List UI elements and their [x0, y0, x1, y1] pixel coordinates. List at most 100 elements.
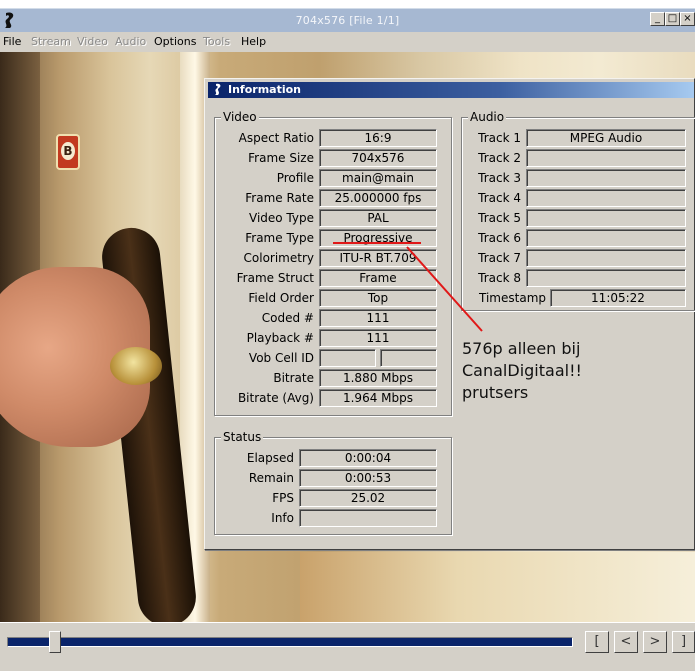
menu-help[interactable]: Help [241, 35, 266, 48]
mark-out-button[interactable]: ] [672, 631, 695, 653]
audio-row-track-8: Track 8 [205, 269, 686, 287]
audio-group-label: Audio [468, 110, 507, 124]
menu-options[interactable]: Options [154, 35, 196, 48]
video-value-profile: main@main [319, 169, 437, 187]
window-title-bar[interactable]: 704x576 [File 1/1] _ □ × [0, 0, 695, 32]
audio-value-track-5 [526, 209, 686, 227]
audio-label-track-1: Track 1 [478, 131, 521, 145]
status-value-fps: 25.02 [299, 489, 437, 507]
video-label-field-order: Field Order [248, 291, 314, 305]
status-label-info: Info [271, 511, 294, 525]
annotation-line: 576p alleen bij [462, 339, 581, 358]
audio-row-track-1: Track 1 MPEG Audio [205, 129, 686, 147]
maximize-button[interactable]: □ [665, 12, 680, 26]
playback-bar: [ < > ] [0, 622, 695, 671]
menu-tools-label: Tools [203, 35, 231, 48]
minimize-button[interactable]: _ [650, 12, 665, 26]
information-dialog-title-bar[interactable]: Information [208, 82, 694, 98]
video-row-coded: Coded # 111 [205, 309, 437, 327]
status-value-info [299, 509, 437, 527]
menu-file-label: File [3, 35, 22, 48]
status-label-remain: Remain [248, 471, 294, 485]
audio-value-track-7 [526, 249, 686, 267]
status-row-elapsed: Elapsed 0:00:04 [205, 449, 437, 467]
status-value-elapsed: 0:00:04 [299, 449, 437, 467]
audio-label-track-8: Track 8 [478, 271, 521, 285]
status-value-remain: 0:00:53 [299, 469, 437, 487]
next-button[interactable]: > [643, 631, 667, 653]
video-label-frame-struct: Frame Struct [236, 271, 314, 285]
video-value-vob-cell-id-2 [380, 349, 437, 367]
audio-label-track-2: Track 2 [478, 151, 521, 165]
menu-bar: File Stream Video Audio Options Tools He… [0, 32, 695, 52]
audio-row-track-7: Track 7 [205, 249, 686, 267]
video-value-frame-type: Progressive [319, 229, 437, 247]
information-dialog-title: Information [228, 83, 301, 96]
status-label-elapsed: Elapsed [246, 451, 294, 465]
menu-options-label: Options [154, 35, 197, 48]
video-wall [300, 552, 695, 622]
video-value-field-order: Top [319, 289, 437, 307]
video-label-bitrate: Bitrate [273, 371, 314, 385]
video-label-video-type: Video Type [249, 211, 314, 225]
audio-row-timestamp: Timestamp 11:05:22 [205, 289, 686, 307]
menu-stream[interactable]: Stream [31, 35, 71, 48]
audio-row-track-4: Track 4 [205, 189, 686, 207]
status-row-fps: FPS 25.02 [205, 489, 437, 507]
video-label-coded: Coded # [261, 311, 314, 325]
video-label-colorimetry: Colorimetry [243, 251, 314, 265]
video-row-bitrate: Bitrate 1.880 Mbps [205, 369, 437, 387]
video-label-profile: Profile [276, 171, 314, 185]
mark-in-button[interactable]: [ [585, 631, 609, 653]
status-group-label: Status [221, 430, 264, 444]
audio-label-track-4: Track 4 [478, 191, 521, 205]
annotation-line: prutsers [462, 383, 529, 402]
status-label-fps: FPS [272, 491, 294, 505]
video-row-playback: Playback # 111 [205, 329, 437, 347]
video-label-bitrate-avg: Bitrate (Avg) [237, 391, 314, 405]
previous-button[interactable]: < [614, 631, 638, 653]
audio-label-track-7: Track 7 [478, 251, 521, 265]
video-value-bitrate: 1.880 Mbps [319, 369, 437, 387]
audio-value-track-6 [526, 229, 686, 247]
audio-label-track-5: Track 5 [478, 211, 521, 225]
app-logo-icon [215, 83, 221, 95]
video-value-vob-cell-id-1 [319, 349, 376, 367]
menu-video[interactable]: Video [77, 35, 108, 48]
video-label-playback: Playback # [246, 331, 314, 345]
audio-value-track-4 [526, 189, 686, 207]
video-value-frame-size: 704x576 [319, 149, 437, 167]
audio-value-track-1: MPEG Audio [526, 129, 686, 147]
status-row-info: Info [205, 509, 437, 527]
audio-value-track-3 [526, 169, 686, 187]
video-label-frame-size: Frame Size [248, 151, 314, 165]
menu-audio[interactable]: Audio [115, 35, 146, 48]
video-value-frame-rate: 25.000000 fps [319, 189, 437, 207]
audio-row-track-6: Track 6 [205, 229, 686, 247]
audio-value-track-8 [526, 269, 686, 287]
menu-file[interactable]: File [3, 35, 21, 48]
close-button[interactable]: × [680, 12, 695, 26]
audio-label-track-3: Track 3 [478, 171, 521, 185]
video-value-playback: 111 [319, 329, 437, 347]
video-badge-icon: B [56, 134, 80, 170]
video-value-video-type: PAL [319, 209, 437, 227]
video-value-bitrate-avg: 1.964 Mbps [319, 389, 437, 407]
video-value-colorimetry: ITU-R BT.709 [319, 249, 437, 267]
video-label-vob-cell-id: Vob Cell ID [248, 351, 314, 365]
menu-tools[interactable]: Tools [203, 35, 230, 48]
audio-value-timestamp: 11:05:22 [550, 289, 686, 307]
seek-bar[interactable] [7, 637, 573, 647]
video-door-knob [110, 347, 162, 385]
video-value-frame-struct: Frame [319, 269, 437, 287]
video-label-aspect-ratio: Aspect Ratio [238, 131, 314, 145]
information-dialog: Information Video Audio Status Aspect Ra… [204, 78, 695, 550]
audio-row-track-2: Track 2 [205, 149, 686, 167]
video-row-vob-cell-id: Vob Cell ID [205, 349, 437, 367]
menu-stream-label: Stream [31, 35, 71, 48]
seek-thumb[interactable] [49, 631, 61, 653]
status-row-remain: Remain 0:00:53 [205, 469, 437, 487]
audio-label-timestamp: Timestamp [479, 291, 546, 305]
video-label-frame-type: Frame Type [245, 231, 314, 245]
audio-label-track-6: Track 6 [478, 231, 521, 245]
